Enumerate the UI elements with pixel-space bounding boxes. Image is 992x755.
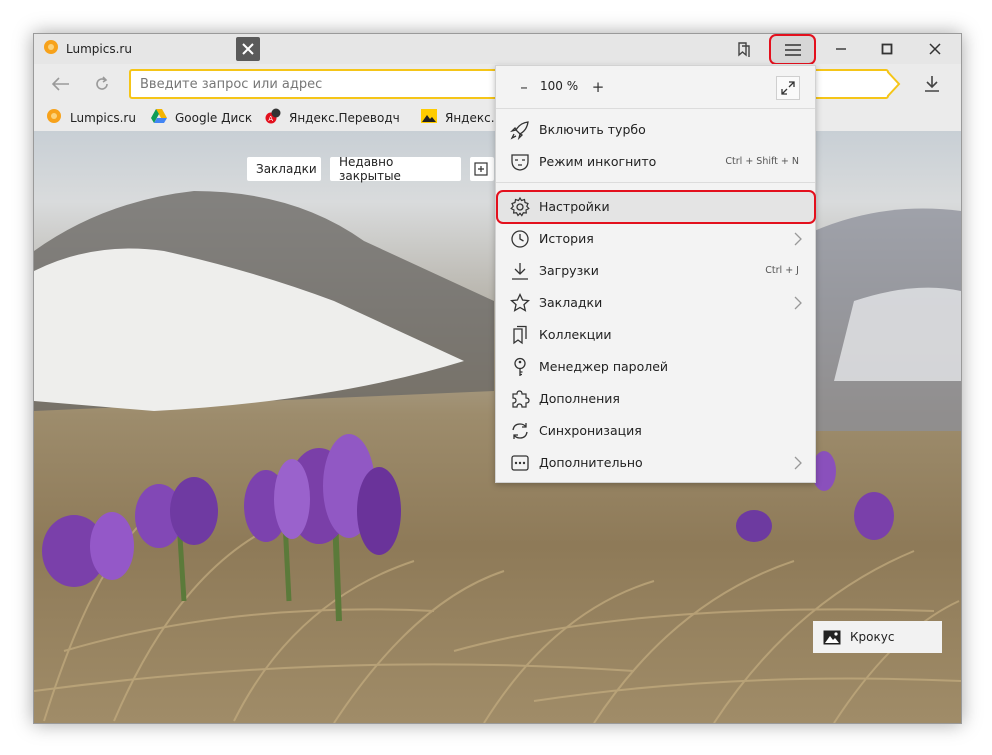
tab-title: Lumpics.ru [66, 42, 132, 56]
browser-window: Lumpics.ru Введите запрос или адрес Lump… [33, 33, 962, 724]
omnibox-arrow-tip [887, 70, 901, 98]
tab-close-icon[interactable] [236, 37, 260, 61]
image-icon [823, 630, 841, 645]
clock-icon [509, 228, 531, 250]
bookmark-yandex-images[interactable]: Яндекс. [421, 104, 495, 131]
menu-item-sync[interactable]: Синхронизация [496, 415, 815, 447]
fullscreen-icon[interactable] [776, 76, 800, 100]
menu-item-collections[interactable]: Коллекции [496, 319, 815, 351]
chevron-right-icon [794, 296, 802, 310]
collections-icon [509, 324, 531, 346]
star-icon [509, 292, 531, 314]
downloads-icon[interactable] [920, 72, 944, 96]
menu-item-shortcut: Ctrl + Shift + N [725, 156, 799, 167]
menu-item-label: Настройки [539, 199, 610, 214]
zoom-in-button[interactable]: + [588, 77, 608, 97]
menu-item-shortcut: Ctrl + J [765, 265, 799, 276]
lumpics-favicon-icon [43, 39, 59, 59]
tab-lumpics[interactable]: Lumpics.ru [34, 34, 230, 64]
main-menu-button[interactable] [769, 34, 816, 65]
yandex-translate-icon: A [265, 108, 281, 127]
recently-closed-button[interactable]: Недавно закрытые [330, 155, 461, 183]
svg-text:A: A [268, 115, 273, 123]
tab-strip: Lumpics.ru [34, 34, 961, 65]
bookmarks-quick-button[interactable]: Закладки [247, 157, 321, 181]
minimize-button[interactable] [826, 36, 856, 62]
more-icon [509, 452, 531, 474]
bookmark-label: Яндекс. [445, 110, 495, 125]
menu-item-settings[interactable]: Настройки [496, 191, 815, 223]
menu-item-label: Закладки [539, 295, 603, 310]
back-arrow-icon[interactable] [49, 72, 73, 96]
menu-item-label: Менеджер паролей [539, 359, 669, 374]
zoom-controls: – 100 % + [496, 66, 815, 109]
puzzle-icon [509, 388, 531, 410]
bookmark-yandex-translate[interactable]: A Яндекс.Переводч [265, 104, 400, 131]
menu-item-more[interactable]: Дополнительно [496, 447, 815, 479]
menu-item-password-manager[interactable]: Менеджер паролей [496, 351, 815, 383]
menu-item-turbo[interactable]: Включить турбо [496, 114, 815, 146]
menu-item-label: История [539, 231, 594, 246]
menu-item-extensions[interactable]: Дополнения [496, 383, 815, 415]
menu-item-label: Включить турбо [539, 122, 646, 137]
add-widget-button[interactable] [470, 157, 494, 181]
menu-item-downloads[interactable]: Загрузки Ctrl + J [496, 255, 815, 287]
bookmarks-manager-icon[interactable] [729, 36, 759, 62]
yandex-images-icon [421, 109, 437, 126]
maximize-button[interactable] [872, 36, 902, 62]
menu-item-label: Дополнения [539, 391, 620, 406]
hamburger-icon [784, 43, 801, 56]
bookmark-label: Яндекс.Переводч [289, 110, 400, 125]
key-icon [509, 356, 531, 378]
menu-divider [496, 182, 815, 183]
chevron-right-icon [794, 232, 802, 246]
bookmark-label: Google Диск [175, 110, 253, 125]
menu-item-label: Коллекции [539, 327, 612, 342]
chevron-right-icon [794, 456, 802, 470]
bookmark-lumpics[interactable]: Lumpics.ru [46, 104, 136, 131]
photo-caption: Крокус [850, 630, 895, 644]
bookmark-label: Lumpics.ru [70, 110, 136, 125]
photo-caption-badge[interactable]: Крокус [813, 621, 942, 653]
rocket-icon [509, 119, 531, 141]
main-menu-dropdown: – 100 % + Включить турбо Режим инкогнито… [495, 65, 816, 483]
menu-item-bookmarks[interactable]: Закладки [496, 287, 815, 319]
menu-item-history[interactable]: История [496, 223, 815, 255]
gear-icon [509, 196, 531, 218]
bookmark-google-drive[interactable]: Google Диск [151, 104, 252, 131]
menu-item-label: Синхронизация [539, 423, 642, 438]
reload-icon[interactable] [90, 72, 114, 96]
incognito-mask-icon [509, 151, 531, 173]
sync-icon [509, 420, 531, 442]
menu-item-label: Загрузки [539, 263, 599, 278]
close-window-button[interactable] [920, 36, 950, 62]
zoom-level: 100 % [540, 79, 579, 93]
orange-circle-icon [46, 108, 62, 127]
zoom-out-button[interactable]: – [514, 77, 534, 97]
download-icon [509, 260, 531, 282]
menu-item-incognito[interactable]: Режим инкогнито Ctrl + Shift + N [496, 146, 815, 178]
plus-icon [474, 162, 488, 176]
menu-item-label: Дополнительно [539, 455, 643, 470]
menu-item-label: Режим инкогнито [539, 154, 657, 169]
google-drive-icon [151, 109, 167, 126]
